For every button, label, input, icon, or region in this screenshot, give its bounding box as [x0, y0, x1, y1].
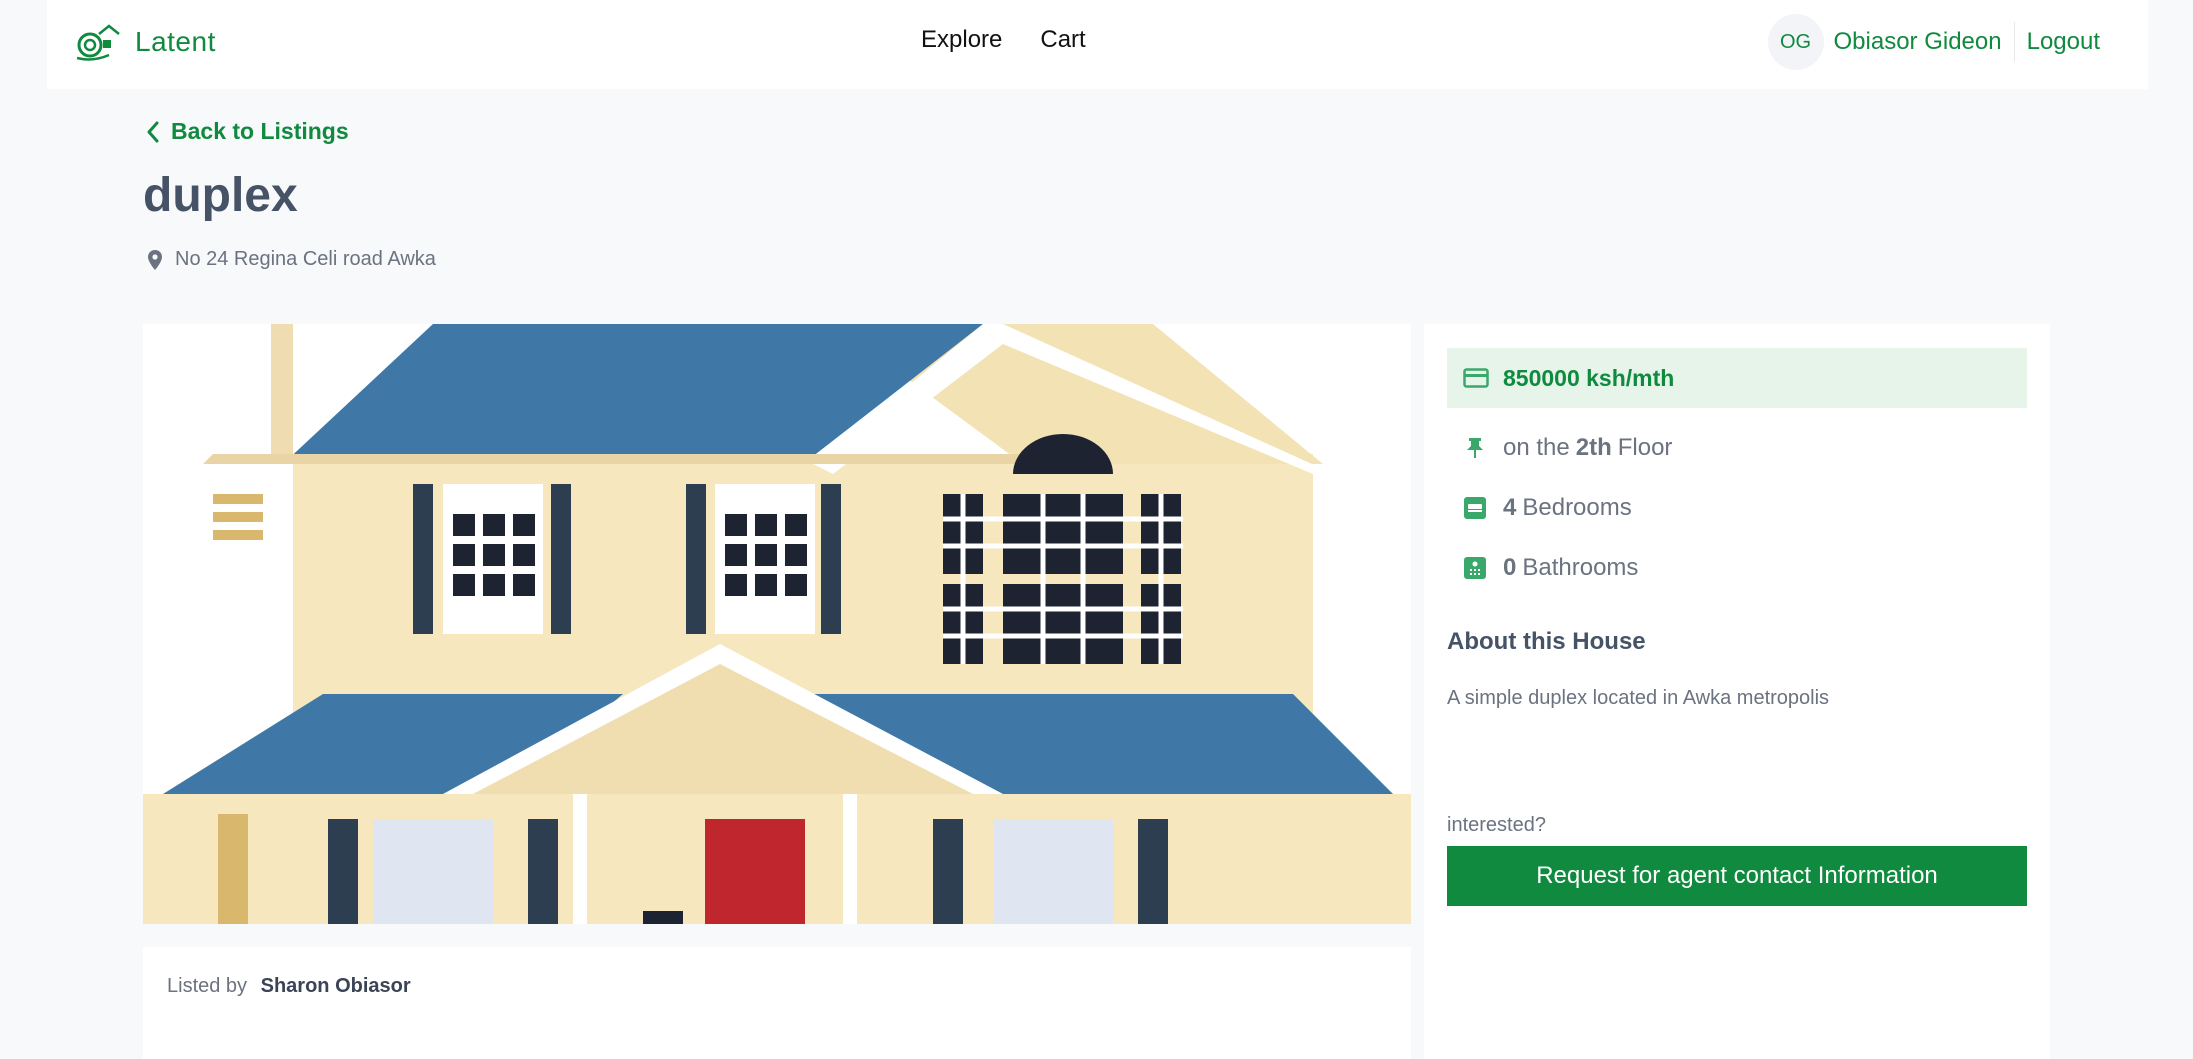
bath-icon [1464, 557, 1486, 579]
back-label: Back to Listings [171, 118, 349, 144]
nav-cart[interactable]: Cart [1040, 26, 1085, 54]
bathrooms-info: 0 Bathrooms [1463, 554, 1638, 582]
about-heading: About this House [1447, 628, 1646, 655]
bedrooms-label: Bedrooms [1522, 494, 1632, 521]
lister-name[interactable]: Sharon Obiasor [261, 975, 411, 997]
floor-suffix: Floor [1617, 434, 1673, 461]
logout-link[interactable]: Logout [2027, 28, 2100, 56]
listing-title: duplex [143, 169, 298, 222]
bedrooms-count: 4 [1503, 494, 1517, 521]
chevron-left-icon [147, 121, 159, 142]
floor-info: on the 2th Floor [1463, 434, 1672, 462]
nav-explore[interactable]: Explore [921, 26, 1002, 54]
request-agent-contact-button[interactable]: Request for agent contact Information [1447, 846, 2027, 906]
listing-photo [143, 324, 1411, 924]
address-text: No 24 Regina Celi road Awka [175, 248, 436, 270]
map-pin-icon [148, 249, 162, 270]
interested-label: interested? [1447, 814, 1546, 836]
brand[interactable]: Latent [73, 22, 216, 62]
user-area: OG Obiasor Gideon Logout [1767, 14, 2100, 70]
avatar[interactable]: OG [1767, 14, 1824, 70]
bed-icon [1464, 497, 1486, 519]
price-badge: 850000 ksh/mth [1447, 348, 2027, 408]
pin-icon [1467, 438, 1483, 458]
user-name[interactable]: Obiasor Gideon [1834, 22, 2015, 62]
about-text: A simple duplex located in Awka metropol… [1447, 687, 1830, 709]
bedrooms-info: 4 Bedrooms [1463, 494, 1632, 522]
floor-value: 2th [1575, 434, 1612, 461]
floor-prefix: on the [1503, 434, 1570, 461]
details-panel: 850000 ksh/mth on the 2th Floor 4 Bedroo… [1424, 324, 2050, 1059]
house-logo-icon [76, 24, 120, 61]
listed-by: Listed by Sharon Obiasor [143, 947, 1411, 1059]
back-to-listings-link[interactable]: Back to Listings [145, 118, 349, 145]
duplex-house-image [143, 324, 1411, 924]
listed-by-label: Listed by [167, 975, 248, 997]
listing-address: No 24 Regina Celi road Awka [147, 248, 436, 271]
bathrooms-label: Bathrooms [1522, 554, 1639, 581]
price-text: 850000 ksh/mth [1503, 364, 1675, 391]
credit-card-icon [1463, 368, 1489, 388]
main-nav: Explore Cart [921, 26, 1086, 54]
top-navbar: Latent Explore Cart OG Obiasor Gideon Lo… [47, 0, 2148, 89]
brand-name: Latent [135, 26, 216, 57]
bathrooms-count: 0 [1503, 554, 1517, 581]
